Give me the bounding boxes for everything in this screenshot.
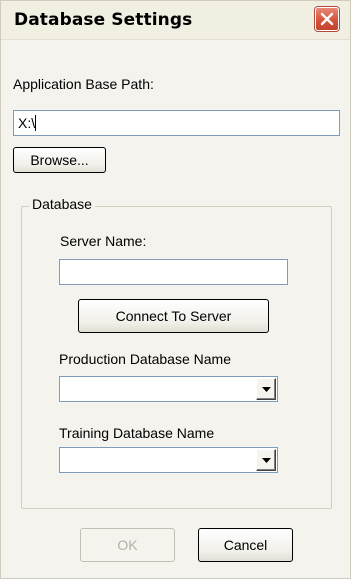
training-database-label: Training Database Name — [59, 425, 215, 441]
server-name-label: Server Name: — [60, 233, 147, 249]
training-dropdown-button[interactable] — [256, 449, 276, 471]
cancel-button[interactable]: Cancel — [198, 528, 293, 562]
window-title: Database Settings — [14, 10, 193, 30]
connect-to-server-button[interactable]: Connect To Server — [78, 299, 269, 333]
dropdown-arrow-icon — [262, 458, 271, 463]
ok-button[interactable]: OK — [80, 528, 175, 562]
database-group-label: Database — [29, 196, 95, 212]
close-button[interactable] — [315, 7, 339, 31]
close-x-icon — [320, 12, 334, 26]
app-base-path-value: X:\ — [18, 115, 36, 131]
text-cursor — [35, 115, 37, 131]
app-base-path-label: Application Base Path: — [13, 76, 154, 92]
production-database-label: Production Database Name — [59, 351, 231, 367]
production-database-dropdown[interactable] — [59, 376, 278, 402]
server-name-input[interactable] — [59, 259, 288, 285]
app-base-path-input[interactable]: X:\ — [13, 110, 340, 136]
browse-button[interactable]: Browse... — [13, 147, 106, 173]
production-dropdown-button[interactable] — [256, 378, 276, 400]
dropdown-arrow-icon — [262, 387, 271, 392]
training-database-dropdown[interactable] — [59, 447, 278, 473]
database-settings-dialog: Database Settings Application Base Path:… — [0, 0, 351, 579]
title-bar[interactable]: Database Settings — [1, 1, 350, 40]
